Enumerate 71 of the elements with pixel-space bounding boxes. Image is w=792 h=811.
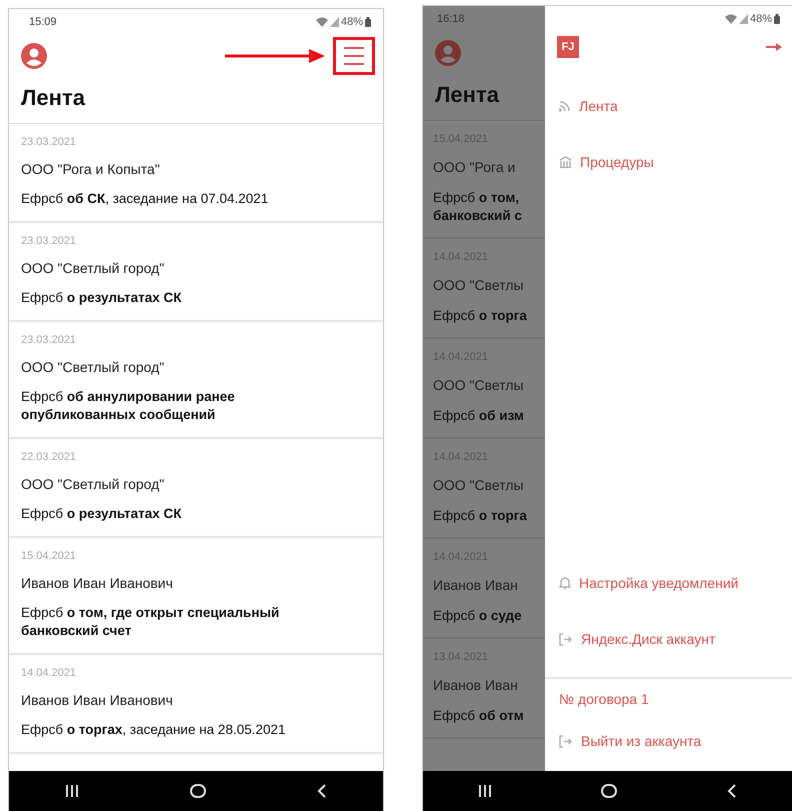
user-avatar-icon[interactable]	[21, 43, 47, 69]
item-description: Ефрсб о том, где открыт специальный банковский счет	[21, 604, 280, 640]
item-description: Ефрсб о торгах, заседание на 28.05.2021	[21, 721, 286, 739]
item-party: Иванов Иван Иванович	[21, 575, 173, 591]
signal-icon	[738, 14, 748, 24]
item-date: 22.03.2021	[21, 451, 76, 463]
item-description: Ефрсб о результатах СК	[21, 505, 182, 523]
item-date: 23.03.2021	[21, 136, 76, 148]
item-party: ООО "Светлый город"	[21, 260, 164, 276]
item-description: Ефрсб о том,	[433, 189, 520, 207]
item-party: Иванов Иван	[433, 577, 518, 593]
feed-item[interactable]: 23.03.2021 ООО "Светлый город" Ефрсб о результатах СК	[9, 223, 383, 322]
feed-item[interactable]: 23.03.2021 ООО "Светлый город" Ефрсб об аннулировании ранее опубликованных сообщений	[9, 322, 383, 439]
item-date: 14.04.2021	[21, 667, 76, 679]
item-party: ООО "Светлый город"	[21, 476, 164, 492]
item-party: ООО "Рога и	[433, 159, 516, 175]
item-description: Ефрсб об изм	[433, 407, 524, 425]
recents-icon[interactable]	[478, 784, 492, 798]
menu-item[interactable]: Лента	[579, 98, 618, 114]
item-party: Иванов Иван Иванович	[21, 692, 173, 708]
status-time: 15:09	[29, 16, 57, 28]
item-party: ООО "Светлы	[433, 377, 524, 393]
feed-item[interactable]: 23.03.2021 ООО "Рога и Копыта" Ефрсб об СК, заседание на 07.04.2021	[9, 124, 383, 223]
sign-in-icon	[559, 734, 573, 748]
signal-icon	[330, 17, 339, 27]
home-icon[interactable]	[190, 784, 206, 798]
item-description: Ефрсб о результатах СК	[21, 289, 182, 307]
item-party: Иванов Иван	[433, 677, 518, 693]
battery-percent: 48%	[340, 16, 363, 28]
back-icon[interactable]	[727, 784, 738, 798]
wifi-icon	[724, 14, 737, 24]
menu-item[interactable]: Настройка уведомлений	[579, 575, 738, 591]
sign-in-icon	[559, 632, 573, 646]
item-description: Ефрсб о торга	[433, 307, 527, 325]
rss-icon	[559, 100, 571, 112]
arrow-right-icon[interactable]	[766, 42, 782, 52]
item-description: Ефрсб о суде	[433, 607, 522, 625]
item-party: ООО "Светлы	[433, 477, 524, 493]
battery-percent: 48%	[750, 13, 772, 25]
feed-item[interactable]: 22.03.2021 ООО "Светлый город" Ефрсб о результатах СК	[9, 439, 383, 538]
menu-icon	[343, 46, 365, 66]
menu-item[interactable]: Яндекс.Диск аккаунт	[581, 631, 716, 647]
bell-icon	[559, 576, 571, 590]
logout-link[interactable]: Выйти из аккаунта	[581, 733, 702, 749]
item-date: 15.04.2021	[21, 550, 76, 562]
item-description: Ефрсб об СК, заседание на 07.04.2021	[21, 190, 268, 208]
app-logo: FJ	[557, 36, 579, 58]
back-icon[interactable]	[317, 784, 328, 798]
status-time: 16:18	[437, 13, 465, 25]
page-title: Лента	[20, 84, 86, 112]
battery-icon	[365, 17, 371, 27]
battery-icon	[774, 14, 780, 24]
menu-button[interactable]	[333, 37, 375, 75]
feed-item[interactable]: 15.04.2021 Иванов Иван Иванович Ефрсб о том, где открыт специальный банковский счет	[9, 538, 383, 655]
wifi-icon	[316, 17, 328, 27]
home-icon[interactable]	[601, 784, 618, 798]
page-title: Лента	[434, 81, 500, 109]
item-description: Ефрсб о торга	[433, 507, 527, 525]
recents-icon[interactable]	[64, 784, 79, 798]
item-description: банковский с	[433, 207, 522, 225]
contract-number: № договора 1	[559, 691, 649, 707]
feed-item[interactable]: 14.04.2021 Иванов Иван Иванович Ефрсб о торгах, заседание на 28.05.2021	[9, 655, 383, 754]
item-date: 23.03.2021	[21, 334, 76, 346]
item-description: Ефрсб об аннулировании ранее опубликованных сообщений	[21, 388, 236, 424]
item-date: 23.03.2021	[21, 235, 76, 247]
building-icon	[559, 156, 572, 168]
item-party: ООО "Рога и Копыта"	[21, 161, 160, 177]
item-description: Ефрсб об отм	[433, 707, 524, 725]
item-party: ООО "Светлы	[433, 277, 524, 293]
menu-item[interactable]: Процедуры	[580, 154, 654, 170]
item-party: ООО "Светлый город"	[21, 359, 164, 375]
